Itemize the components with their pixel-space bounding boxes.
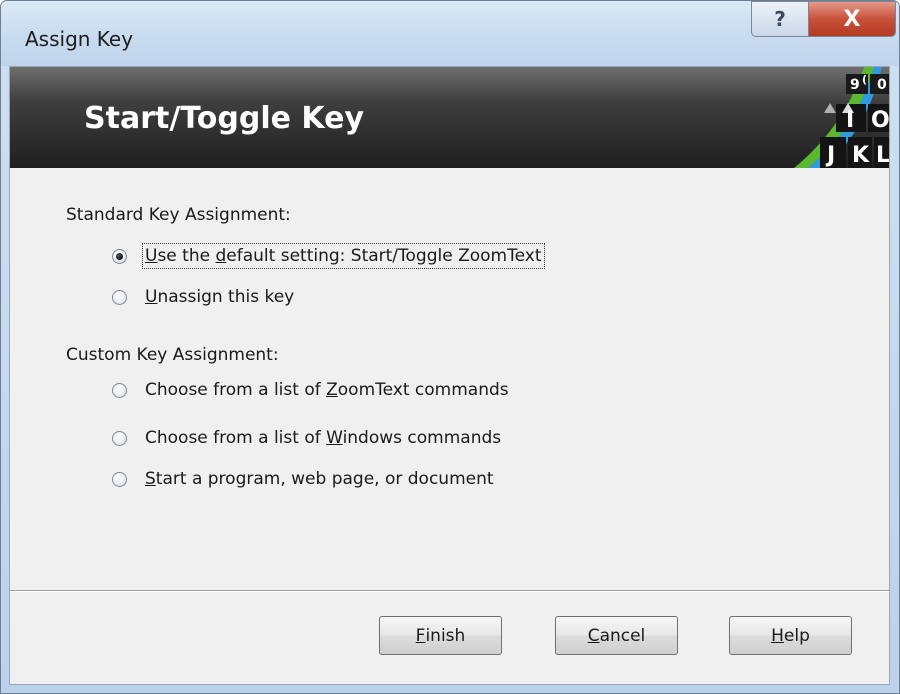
radio-label[interactable]: Choose from a list of Windows commands [145, 428, 501, 448]
keyboard-logo-icon: 9 ( 0 I O J K L [794, 67, 889, 168]
label-part: tart a program, web page, or document [155, 469, 494, 489]
key-cap-partial-2: ( [862, 73, 867, 86]
label-part: se the [157, 246, 216, 266]
button-label: ancel [599, 625, 646, 646]
close-button[interactable]: X [808, 1, 896, 37]
mnemonic: S [145, 469, 156, 489]
radio-label[interactable]: Use the default setting: Start/Toggle Zo… [142, 243, 545, 269]
assign-key-dialog: Assign Key ? X Start/Toggle Key 9 ( 0 I … [0, 0, 900, 694]
page-title: Start/Toggle Key [84, 101, 365, 136]
help-button[interactable]: Help [729, 616, 852, 655]
label-part: Choose from a list of [145, 380, 327, 400]
key-cap-j: J [825, 143, 835, 168]
window-title: Assign Key [25, 27, 134, 51]
footer-divider [10, 590, 889, 592]
custom-assignment-label: Custom Key Assignment: [66, 345, 279, 365]
mnemonic: U [145, 246, 158, 266]
help-glyph: ? [774, 7, 786, 31]
radio-label[interactable]: Unassign this key [145, 287, 294, 307]
header-banner: Start/Toggle Key 9 ( 0 I O J K L [10, 67, 889, 168]
radio-button[interactable] [112, 382, 127, 398]
title-bar[interactable]: Assign Key ? X [1, 1, 899, 66]
mnemonic: U [145, 287, 158, 307]
mnemonic: W [326, 428, 343, 448]
radio-unassign[interactable]: Unassign this key [112, 283, 294, 311]
label-part: efault setting: Start/Toggle ZoomText [226, 246, 542, 266]
radio-zoomtext-commands[interactable]: Choose from a list of ZoomText commands [112, 376, 509, 404]
mnemonic: F [415, 625, 426, 646]
label-part: indows commands [342, 428, 502, 448]
radio-use-default[interactable]: Use the default setting: Start/Toggle Zo… [112, 242, 545, 270]
close-icon: X [843, 6, 861, 32]
mnemonic: d [215, 246, 227, 266]
key-cap-o: O [871, 108, 889, 133]
mnemonic: C [587, 625, 600, 646]
button-label: elp [783, 625, 810, 646]
help-icon[interactable]: ? [751, 1, 809, 37]
radio-start-program[interactable]: Start a program, web page, or document [112, 465, 494, 493]
button-label: inish [425, 625, 466, 646]
radio-button[interactable] [112, 289, 127, 305]
cancel-button[interactable]: Cancel [555, 616, 678, 655]
key-cap-k: K [852, 143, 870, 168]
radio-button-checked[interactable] [112, 248, 127, 264]
key-cap-partial-3: 0 [877, 77, 887, 93]
key-cap-l: L [876, 143, 889, 168]
finish-button[interactable]: Finish [379, 616, 502, 655]
radio-button[interactable] [112, 471, 127, 487]
label-part: Choose from a list of [145, 428, 327, 448]
radio-label[interactable]: Choose from a list of ZoomText commands [145, 380, 509, 400]
label-part: nassign this key [157, 287, 295, 307]
dialog-body: Start/Toggle Key 9 ( 0 I O J K L Standar… [9, 66, 890, 685]
radio-label[interactable]: Start a program, web page, or document [145, 469, 494, 489]
label-part: oomText commands [337, 380, 509, 400]
mnemonic: Z [326, 380, 338, 400]
key-cap-i: I [846, 108, 854, 133]
mnemonic: H [771, 625, 784, 646]
key-cap-partial-1: 9 [850, 77, 860, 93]
radio-windows-commands[interactable]: Choose from a list of Windows commands [112, 424, 501, 452]
standard-assignment-label: Standard Key Assignment: [66, 205, 291, 225]
radio-button[interactable] [112, 430, 127, 446]
